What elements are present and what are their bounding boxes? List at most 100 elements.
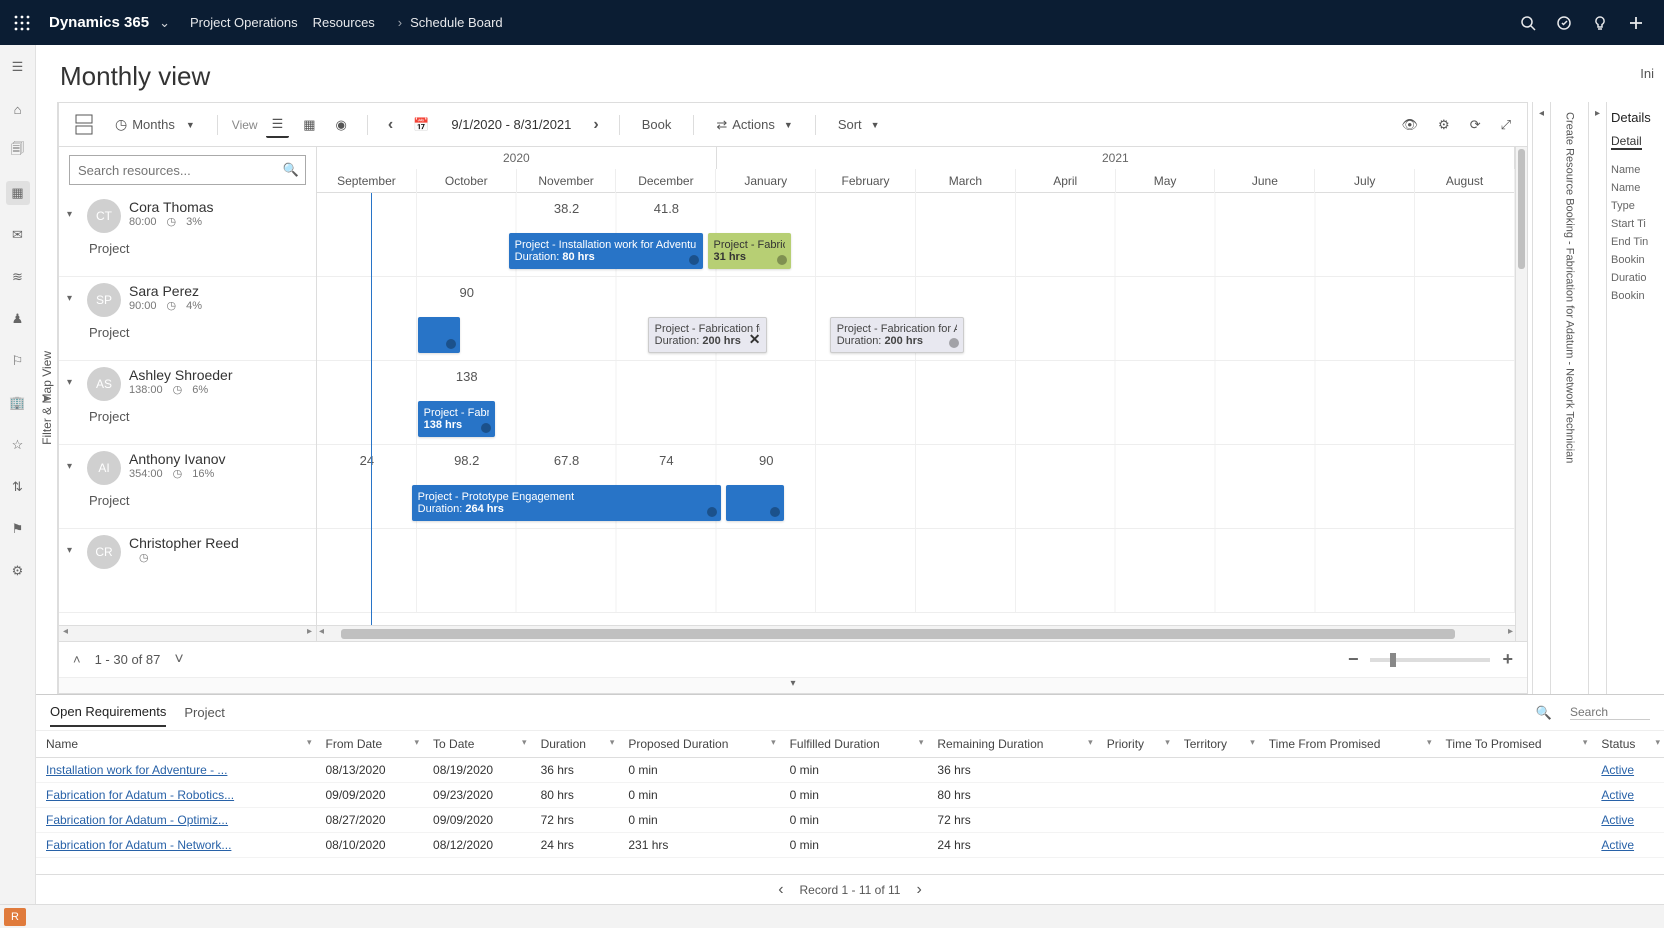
status-link[interactable]: Active [1601,813,1634,827]
prev-page-icon[interactable]: ‹ [778,881,783,899]
settings-gear-icon[interactable]: ⚙ [1432,113,1456,137]
table-row[interactable]: Fabrication for Adatum - Network... 08/1… [36,833,1664,858]
people-icon[interactable]: ≋ [6,265,30,289]
expand-icon[interactable]: ▾ [67,367,79,388]
right-nav-arrows-2[interactable]: ▸ [1588,102,1606,694]
timeline-row[interactable] [317,529,1515,613]
prev-period-icon[interactable]: ‹ [382,112,399,138]
hamburger-icon[interactable]: ☰ [6,55,30,79]
timeline-row[interactable]: 138Project - Fabric.138 hrs [317,361,1515,445]
column-header[interactable]: To Date▾ [423,731,531,758]
filter-icon[interactable]: ▾ [919,737,924,748]
vertical-scrollbar[interactable] [1515,147,1527,641]
booking-block[interactable]: Project - Fabric.138 hrs [418,401,496,437]
timeline-row[interactable]: 38.241.8Project - Installation work for … [317,193,1515,277]
book-button[interactable]: Book [634,113,680,136]
calendar-icon[interactable]: ▦ [6,181,30,205]
refresh-icon[interactable]: ⟳ [1464,113,1487,137]
req-name-link[interactable]: Fabrication for Adatum - Optimiz... [46,813,228,827]
filter-icon[interactable]: ▾ [307,737,312,748]
lightbulb-icon[interactable] [1582,5,1618,41]
filter-icon[interactable]: ▾ [771,737,776,748]
column-header[interactable]: Priority▾ [1097,731,1174,758]
req-search-icon[interactable]: 🔍 [1512,705,1552,721]
sort-icon[interactable]: ⇅ [6,475,30,499]
chevron-down-icon[interactable]: ⌄ [159,15,170,31]
timeline-row[interactable]: 2498.267.87490Project - Prototype Engage… [317,445,1515,529]
collapse-panel-icon[interactable]: ▾ [59,677,1527,693]
group-icon[interactable]: ⚐ [6,349,30,373]
globe-view-icon[interactable]: ◉ [330,113,353,137]
booking-block[interactable]: Project - Fabrication for ADuration: 200… [648,317,768,353]
req-name-link[interactable]: Fabrication for Adatum - Network... [46,838,231,852]
flag-icon[interactable]: ⚑ [6,517,30,541]
calendar-picker-icon[interactable]: 📅 [407,113,435,137]
filter-icon[interactable]: ▾ [1088,737,1093,748]
search-resources-box[interactable]: 🔍 [69,155,306,185]
star-icon[interactable]: ☆ [6,433,30,457]
eye-icon[interactable]: 👁 [1396,113,1425,137]
right-nav-arrows[interactable]: ◂ [1532,102,1550,694]
filter-icon[interactable]: ▾ [415,737,420,748]
timeline-row[interactable]: 90Project - Fabrication for ADuration: 2… [317,277,1515,361]
booking-block[interactable]: Project - Fabrication for AdaDuration: 2… [830,317,964,353]
resource-item[interactable]: ▾ CR Christopher Reed ◷ [59,529,316,613]
gear-icon[interactable]: ⚙ [6,559,30,583]
expand-icon[interactable]: ▾ [67,199,79,220]
home-icon[interactable]: ⌂ [6,97,30,121]
recent-icon[interactable]: 🗐 [6,139,30,163]
status-link[interactable]: Active [1601,838,1634,852]
zoom-in-icon[interactable]: + [1502,649,1513,670]
column-header[interactable]: Duration▾ [531,731,619,758]
resource-item[interactable]: ▾ SP Sara Perez 90:00◷4% Project [59,277,316,361]
chat-icon[interactable]: ✉ [6,223,30,247]
collapse-up-icon[interactable]: ˄ [73,652,81,667]
filter-icon[interactable]: ▾ [610,737,615,748]
req-name-link[interactable]: Fabrication for Adatum - Robotics... [46,788,234,802]
expand-icon[interactable]: ▾ [67,283,79,304]
resource-scrollbar[interactable]: ◂▸ [59,625,316,641]
booking-block[interactable]: Project - Prototype EngagementDuration: … [412,485,721,521]
zoom-out-icon[interactable]: − [1348,649,1359,670]
status-letter[interactable]: R [4,908,26,926]
filter-icon[interactable]: ▾ [1165,737,1170,748]
plus-icon[interactable] [1618,5,1654,41]
column-header[interactable]: Remaining Duration▾ [927,731,1096,758]
sort-dropdown[interactable]: Sort▼ [830,113,888,136]
zoom-control[interactable]: − + [1348,649,1513,670]
task-icon[interactable] [1546,5,1582,41]
filter-icon[interactable]: ▾ [522,737,527,748]
timeline-scrollbar[interactable]: ◂ ▸ [317,625,1515,641]
table-row[interactable]: Fabrication for Adatum - Robotics... 09/… [36,783,1664,808]
resource-item[interactable]: ▾ CT Cora Thomas 80:00◷3% Project [59,193,316,277]
breadcrumb-resources[interactable]: Resources [313,15,375,30]
details-tab[interactable]: Detail [1611,134,1642,150]
org-icon[interactable]: ♟ [6,307,30,331]
column-header[interactable]: Name▾ [36,731,316,758]
search-icon[interactable] [1510,5,1546,41]
booking-block[interactable] [726,485,785,521]
resource-item[interactable]: ▾ AI Anthony Ivanov 354:00◷16% Project [59,445,316,529]
status-link[interactable]: Active [1601,788,1634,802]
booking-block[interactable]: Project - Fabric.31 hrs [708,233,792,269]
table-row[interactable]: Fabrication for Adatum - Optimiz... 08/2… [36,808,1664,833]
breadcrumb-schedule-board[interactable]: Schedule Board [410,15,503,30]
expand-icon[interactable]: ▾ [67,535,79,556]
req-search-input[interactable] [1570,705,1650,720]
column-header[interactable]: Time To Promised▾ [1436,731,1592,758]
building-icon[interactable]: 🏢 [6,391,30,415]
search-input[interactable] [78,163,297,178]
module-label[interactable]: Project Operations [190,15,298,30]
filter-icon[interactable]: ▾ [1427,737,1432,748]
column-header[interactable]: Territory▾ [1174,731,1259,758]
close-icon[interactable]: ✕ [749,331,761,348]
tab-open-requirements[interactable]: Open Requirements [50,698,166,727]
expand-down-icon[interactable]: ˅ [174,651,183,669]
expand-rows-icon[interactable] [69,110,99,140]
actions-dropdown[interactable]: ⇄Actions▼ [708,113,800,137]
list-view-icon[interactable]: ☰ [266,112,290,138]
filter-icon[interactable]: ▾ [1583,737,1588,748]
resource-item[interactable]: ▾ AS Ashley Shroeder 138:00◷6% Project [59,361,316,445]
table-row[interactable]: Installation work for Adventure - ... 08… [36,758,1664,783]
column-header[interactable]: Status▾ [1591,731,1664,758]
